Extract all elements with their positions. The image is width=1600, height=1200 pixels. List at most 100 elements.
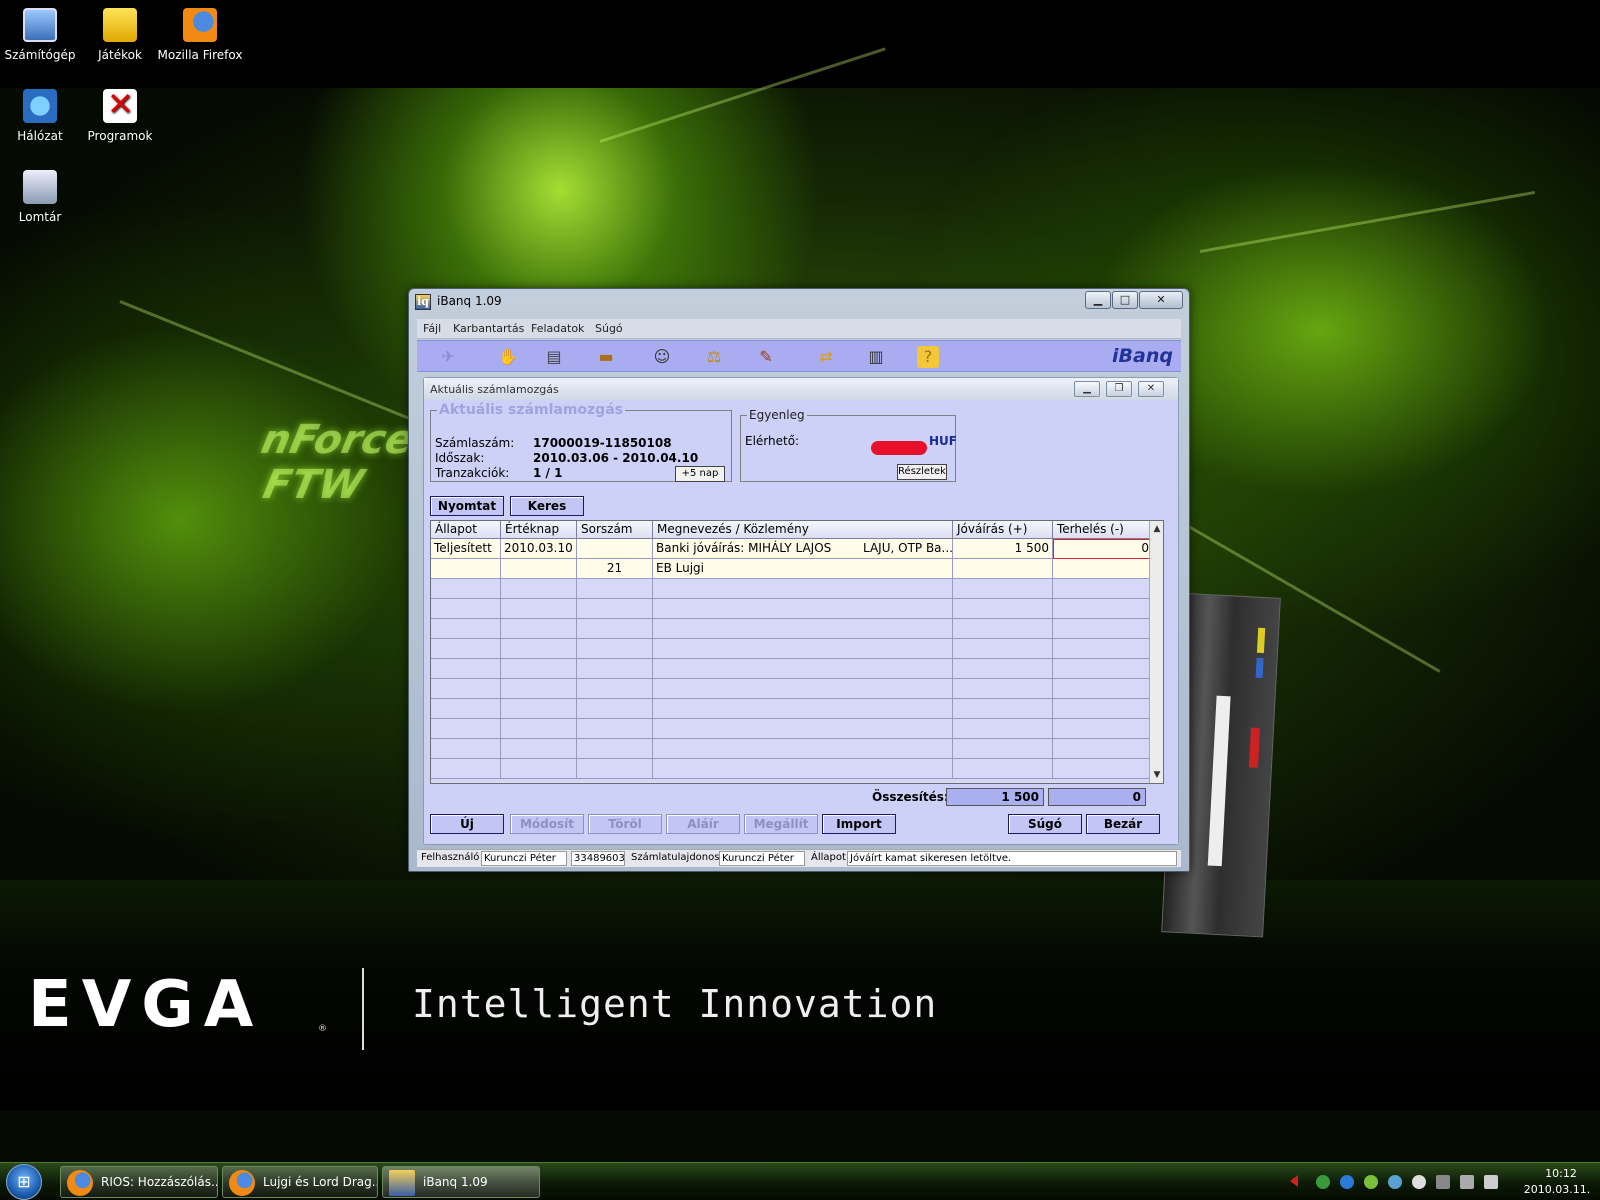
child-minimize-button[interactable]: ▁: [1074, 381, 1100, 397]
clock-time[interactable]: 10:12: [1526, 1167, 1596, 1180]
modify-button[interactable]: Módosít: [510, 814, 584, 834]
empty-cell: [1053, 719, 1153, 739]
tray-expand-icon[interactable]: [1290, 1175, 1298, 1187]
desktop-icon-label: Programok: [87, 129, 153, 143]
ibanq-app-icon[interactable]: iq: [415, 294, 431, 310]
child-close-button[interactable]: ✕: [1138, 381, 1164, 397]
menu-file[interactable]: Fájl: [423, 322, 441, 335]
empty-cell: [431, 599, 501, 619]
clock-date[interactable]: 2010.03.11.: [1516, 1183, 1598, 1196]
bird-icon[interactable]: ✈: [437, 346, 459, 368]
help-icon[interactable]: ?: [917, 346, 939, 368]
col-credit[interactable]: Jóváírás (+): [953, 521, 1053, 539]
status-user-id: 33489603: [571, 851, 625, 866]
tray-network-icon[interactable]: [1340, 1175, 1354, 1189]
grid-header: Állapot Értéknap Sorszám Megnevezés / Kö…: [431, 521, 1153, 539]
desktop-icon-games[interactable]: Játékok: [80, 8, 160, 62]
cell-debit[interactable]: 0: [1053, 539, 1153, 559]
maximize-button[interactable]: □: [1112, 291, 1138, 309]
desktop-icon-firefox[interactable]: Mozilla Firefox: [155, 8, 245, 62]
details-button[interactable]: Részletek: [897, 464, 947, 480]
account-group-legend: Aktuális számlamozgás: [439, 402, 623, 418]
empty-cell: [653, 579, 953, 599]
scroll-down-icon[interactable]: ▼: [1150, 767, 1164, 783]
minimize-button[interactable]: ▁: [1085, 291, 1111, 309]
contacts-icon[interactable]: ✎: [755, 346, 777, 368]
empty-cell: [431, 739, 501, 759]
menu-help[interactable]: Súgó: [595, 322, 623, 335]
start-button[interactable]: ⊞: [6, 1164, 42, 1200]
scroll-up-icon[interactable]: ▲: [1150, 521, 1164, 537]
col-debit[interactable]: Terhelés (-): [1053, 521, 1153, 539]
empty-table-row: [431, 659, 1153, 679]
scales-icon[interactable]: ⚖: [703, 346, 725, 368]
menu-maintenance[interactable]: Karbantartás: [453, 322, 524, 335]
document-icon[interactable]: ▤: [543, 346, 565, 368]
desktop-icon-network[interactable]: Hálózat: [0, 89, 80, 143]
delete-button[interactable]: Töröl: [588, 814, 662, 834]
tray-device-icon[interactable]: [1436, 1175, 1450, 1189]
close-window-button[interactable]: Bezár: [1086, 814, 1160, 834]
grid-scrollbar[interactable]: ▲ ▼: [1149, 521, 1163, 783]
print-button[interactable]: Nyomtat: [430, 496, 504, 516]
empty-cell: [653, 739, 953, 759]
close-button[interactable]: ✕: [1139, 291, 1183, 309]
window-titlebar[interactable]: iq iBanq 1.09 ▁ □ ✕: [409, 289, 1189, 315]
description-extra: LAJU, OTP Ba...: [863, 541, 953, 555]
transfer-icon[interactable]: ⇄: [815, 346, 837, 368]
sign-button[interactable]: Aláír: [666, 814, 740, 834]
menu-tasks[interactable]: Feladatok: [531, 322, 584, 335]
empty-table-row: [431, 739, 1153, 759]
tray-security-icon[interactable]: [1364, 1175, 1378, 1189]
tray-update-icon[interactable]: [1316, 1175, 1330, 1189]
description-text: Banki jóváírás: MIHÁLY LAJOS: [656, 541, 832, 555]
empty-cell: [431, 719, 501, 739]
desktop-icon-computer[interactable]: Számítógép: [0, 8, 80, 62]
table-row[interactable]: Teljesített 2010.03.10 Banki jóváírás: M…: [431, 539, 1153, 559]
import-button[interactable]: Import: [822, 814, 896, 834]
taskbar-button-firefox-2[interactable]: Lujgi és Lord Drag...: [222, 1166, 378, 1198]
table-row[interactable]: 21 EB Lujgi: [431, 559, 1153, 579]
cash-icon[interactable]: ✋: [497, 346, 519, 368]
child-titlebar[interactable]: Aktuális számlamozgás ▁ ❐ ✕: [424, 378, 1178, 400]
tray-display-icon[interactable]: [1460, 1175, 1474, 1189]
cell-debit: [1053, 559, 1153, 579]
empty-cell: [577, 719, 653, 739]
taskbar-button-firefox-1[interactable]: RIOS: Hozzászólás...: [60, 1166, 218, 1198]
empty-cell: [577, 659, 653, 679]
col-status[interactable]: Állapot: [431, 521, 501, 539]
card-icon[interactable]: ▬: [595, 346, 617, 368]
empty-cell: [431, 699, 501, 719]
child-restore-button[interactable]: ❐: [1106, 381, 1132, 397]
stop-button[interactable]: Megállít: [744, 814, 818, 834]
empty-cell: [431, 579, 501, 599]
search-button[interactable]: Keres: [510, 496, 584, 516]
people-icon[interactable]: ☺: [651, 346, 673, 368]
taskbar-button-ibanq[interactable]: iBanq 1.09: [382, 1166, 540, 1198]
col-description[interactable]: Megnevezés / Közlemény: [653, 521, 953, 539]
empty-cell: [577, 579, 653, 599]
new-button[interactable]: Új: [430, 814, 504, 834]
col-serial[interactable]: Sorszám: [577, 521, 653, 539]
empty-cell: [501, 699, 577, 719]
empty-cell: [431, 679, 501, 699]
tray-messenger-icon[interactable]: [1388, 1175, 1402, 1189]
plus-5-days-button[interactable]: +5 nap: [675, 466, 725, 482]
account-number-value: 17000019-11850108: [533, 436, 672, 450]
empty-cell: [431, 659, 501, 679]
empty-cell: [577, 679, 653, 699]
help-button[interactable]: Súgó: [1008, 814, 1082, 834]
empty-table-row: [431, 619, 1153, 639]
col-value-date[interactable]: Értéknap: [501, 521, 577, 539]
desktop-icon-programs[interactable]: Programok: [80, 85, 160, 143]
tray-media-icon[interactable]: [1412, 1175, 1426, 1189]
empty-cell: [431, 639, 501, 659]
empty-cell: [653, 719, 953, 739]
book-icon[interactable]: ▥: [865, 346, 887, 368]
empty-table-row: [431, 579, 1153, 599]
empty-cell: [501, 579, 577, 599]
empty-table-row: [431, 639, 1153, 659]
tray-volume-icon[interactable]: [1484, 1175, 1498, 1189]
desktop-icon-recycle-bin[interactable]: Lomtár: [0, 170, 80, 224]
games-icon: [103, 8, 137, 42]
